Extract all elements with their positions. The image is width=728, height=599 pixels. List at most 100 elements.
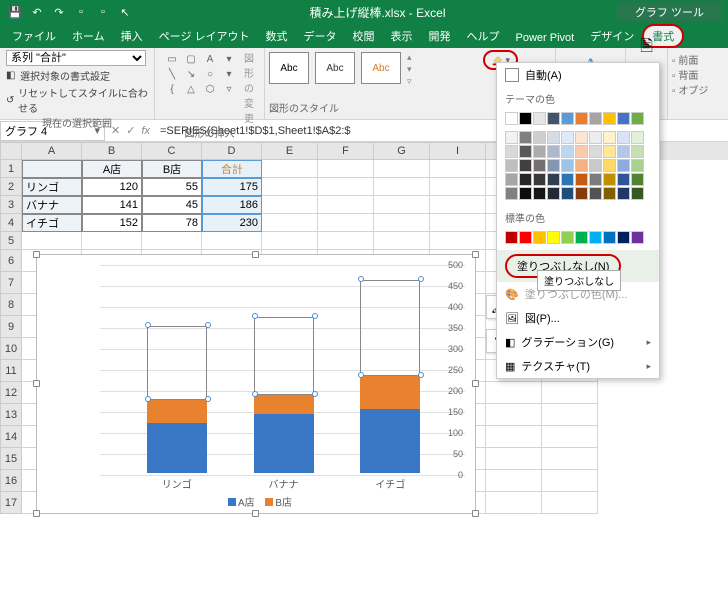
color-swatch[interactable] — [561, 112, 574, 125]
tab-power-pivot[interactable]: Power Pivot — [508, 28, 583, 48]
alt-text-icon[interactable]: 🖹 — [640, 35, 653, 62]
color-swatch[interactable] — [533, 231, 546, 244]
col-header-G[interactable]: G — [374, 142, 430, 160]
color-swatch[interactable] — [575, 187, 588, 200]
open-icon[interactable]: ▫ — [94, 3, 112, 21]
fill-auto[interactable]: 自動(A) — [497, 63, 659, 87]
col-header-B[interactable]: B — [82, 142, 142, 160]
cell-B4[interactable]: 152 — [82, 214, 142, 232]
color-swatch[interactable] — [533, 173, 546, 186]
color-swatch[interactable] — [589, 145, 602, 158]
texture-fill-item[interactable]: ▦ テクスチャ(T) ▸ — [497, 354, 659, 378]
row-header-3[interactable]: 3 — [0, 196, 22, 214]
tab-chart-design[interactable]: デザイン — [582, 24, 642, 48]
color-swatch[interactable] — [589, 159, 602, 172]
shape-style-3[interactable]: Abc — [361, 52, 401, 84]
resize-handle[interactable] — [472, 510, 479, 517]
color-swatch[interactable] — [519, 187, 532, 200]
row-header-6[interactable]: 6 — [0, 250, 22, 272]
gallery-more-icon[interactable]: ▿ — [407, 76, 412, 87]
resize-handle[interactable] — [33, 251, 40, 258]
color-swatch[interactable] — [617, 187, 630, 200]
color-swatch[interactable] — [561, 187, 574, 200]
color-swatch[interactable] — [505, 112, 518, 125]
color-swatch[interactable] — [547, 173, 560, 186]
color-swatch[interactable] — [631, 231, 644, 244]
shape-rounded-icon[interactable]: ▢ — [182, 52, 200, 66]
tab-file[interactable]: ファイル — [4, 24, 64, 48]
col-header-A[interactable]: A — [22, 142, 82, 160]
color-swatch[interactable] — [561, 173, 574, 186]
color-swatch[interactable] — [603, 112, 616, 125]
col-header-F[interactable]: F — [318, 142, 374, 160]
col-header-D[interactable]: D — [202, 142, 262, 160]
bar-segment-b[interactable] — [360, 376, 420, 409]
shape-rectangle-icon[interactable]: ▭ — [163, 52, 181, 66]
change-shape-button[interactable]: 図形の 変更 — [244, 50, 258, 125]
color-swatch[interactable] — [505, 187, 518, 200]
selection-pane-button[interactable]: ▫ オブジ — [672, 82, 724, 97]
cell-C2[interactable]: 55 — [142, 178, 202, 196]
bar-group[interactable]: イチゴ — [360, 263, 420, 473]
color-swatch[interactable] — [603, 187, 616, 200]
color-swatch[interactable] — [617, 173, 630, 186]
resize-handle[interactable] — [472, 380, 479, 387]
shape-brace-icon[interactable]: { — [163, 82, 181, 96]
color-swatch[interactable] — [519, 131, 532, 144]
color-swatch[interactable] — [603, 131, 616, 144]
color-swatch[interactable] — [603, 145, 616, 158]
shape-text-icon[interactable]: A — [201, 52, 219, 66]
picture-fill-item[interactable]: 🖼 図(P)... — [497, 306, 659, 330]
shape-oval-icon[interactable]: ○ — [201, 67, 219, 81]
color-swatch[interactable] — [631, 145, 644, 158]
gallery-down-icon[interactable]: ▾ — [407, 64, 412, 75]
bar-segment-a[interactable] — [360, 409, 420, 473]
shapes-gallery[interactable]: ▭ ▢ A ▾ ╲ ↘ ○ ▾ { △ ⬡ ▿ — [161, 50, 240, 125]
row-header-13[interactable]: 13 — [0, 404, 22, 426]
cell-C4[interactable]: 78 — [142, 214, 202, 232]
color-swatch[interactable] — [631, 112, 644, 125]
undo-icon[interactable]: ↶ — [28, 3, 46, 21]
cell-C1[interactable]: B店 — [142, 160, 202, 178]
row-header-8[interactable]: 8 — [0, 294, 22, 316]
color-swatch[interactable] — [533, 187, 546, 200]
color-swatch[interactable] — [561, 131, 574, 144]
cell-A4[interactable]: イチゴ — [22, 214, 82, 232]
selected-series-outline[interactable] — [360, 280, 420, 377]
shape-style-1[interactable]: Abc — [269, 52, 309, 84]
tab-developer[interactable]: 開発 — [421, 24, 459, 48]
cell-D1[interactable]: 合計 — [202, 160, 262, 178]
color-swatch[interactable] — [519, 159, 532, 172]
cell-A3[interactable]: バナナ — [22, 196, 82, 214]
color-swatch[interactable] — [519, 112, 532, 125]
row-header-16[interactable]: 16 — [0, 470, 22, 492]
color-swatch[interactable] — [505, 159, 518, 172]
color-swatch[interactable] — [505, 131, 518, 144]
color-swatch[interactable] — [617, 131, 630, 144]
color-swatch[interactable] — [631, 187, 644, 200]
color-swatch[interactable] — [603, 173, 616, 186]
color-swatch[interactable] — [589, 112, 602, 125]
bar-segment-a[interactable] — [147, 423, 207, 473]
pointer-icon[interactable]: ↖ — [116, 3, 134, 21]
send-back-button[interactable]: ▫ 背面 — [672, 67, 724, 82]
bring-front-button[interactable]: ▫ 前面 — [672, 52, 724, 67]
cell-D2[interactable]: 175 — [202, 178, 262, 196]
shape-arrow-icon[interactable]: ↘ — [182, 67, 200, 81]
tab-insert[interactable]: 挿入 — [113, 24, 151, 48]
color-swatch[interactable] — [617, 112, 630, 125]
cell-B2[interactable]: 120 — [82, 178, 142, 196]
gradient-fill-item[interactable]: ◧ グラデーション(G) ▸ — [497, 330, 659, 354]
color-swatch[interactable] — [603, 159, 616, 172]
bar-segment-b[interactable] — [147, 400, 207, 423]
color-swatch[interactable] — [575, 231, 588, 244]
color-swatch[interactable] — [519, 145, 532, 158]
reset-match-style-button[interactable]: ↺ リセットしてスタイルに合わせる — [6, 85, 148, 115]
color-swatch[interactable] — [575, 173, 588, 186]
selected-series-outline[interactable] — [147, 326, 207, 400]
color-swatch[interactable] — [617, 145, 630, 158]
row-header-14[interactable]: 14 — [0, 426, 22, 448]
color-swatch[interactable] — [603, 231, 616, 244]
color-swatch[interactable] — [547, 231, 560, 244]
row-header-7[interactable]: 7 — [0, 272, 22, 294]
